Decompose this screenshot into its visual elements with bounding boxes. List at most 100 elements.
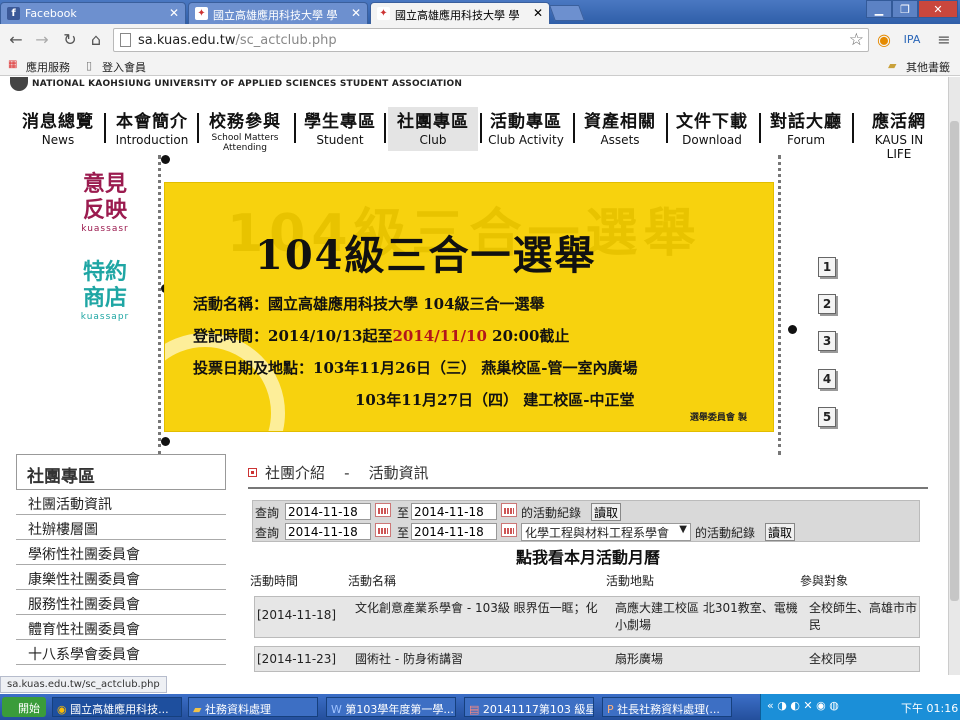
bookmark-star-icon[interactable]: ☆ bbox=[849, 30, 864, 50]
table-row[interactable]: [2014-11-23] 國術社 - 防身術講習 扇形廣場 全校同學 bbox=[254, 646, 920, 672]
nav-club[interactable]: 社團專區 Club bbox=[388, 107, 478, 151]
banner-line-registration: 登記時間：2014/10/13起至2014/11/10 20:00截止 bbox=[193, 327, 570, 345]
home-icon[interactable]: ⌂ bbox=[86, 30, 106, 50]
date-to-field[interactable] bbox=[411, 503, 497, 520]
slide-2-button[interactable]: 2 bbox=[818, 294, 836, 314]
nav-school-matters[interactable]: 校務參與 School Matters Attending bbox=[198, 107, 292, 153]
sidebar-item-academic[interactable]: 學術性社團委員會 bbox=[16, 540, 226, 565]
calendar-icon[interactable] bbox=[501, 523, 517, 537]
taskbar-item-word[interactable]: W 第103學年度第一學... bbox=[326, 697, 456, 717]
page-icon: ▯ bbox=[86, 59, 93, 72]
tab-kuas-2[interactable]: ✦ 國立高雄應用科技大學 學 ✕ bbox=[370, 2, 550, 24]
date-from-field[interactable] bbox=[285, 523, 371, 540]
monthly-calendar-link[interactable]: 點我看本月活動月曆 bbox=[248, 544, 928, 568]
facebook-icon: f bbox=[7, 7, 20, 20]
forward-icon[interactable]: → bbox=[32, 30, 52, 50]
slide-4-button[interactable]: 4 bbox=[818, 369, 836, 389]
divider bbox=[248, 487, 928, 489]
nav-divider bbox=[294, 113, 296, 143]
sidebar-item-sports[interactable]: 體育性社團委員會 bbox=[16, 615, 226, 640]
banner-perforation bbox=[158, 155, 161, 455]
bookmark-login[interactable]: 登入會員 bbox=[102, 59, 146, 75]
ipa-extension-icon[interactable]: IPA bbox=[902, 30, 922, 50]
close-window-button[interactable]: ✕ bbox=[918, 0, 958, 18]
active-slide-dot bbox=[788, 325, 797, 334]
calendar-icon[interactable] bbox=[375, 503, 391, 517]
clock[interactable]: 下午 01:16 bbox=[901, 700, 958, 716]
tab-facebook[interactable]: f Facebook ✕ bbox=[0, 2, 186, 24]
nav-assets[interactable]: 資產相關 Assets bbox=[578, 107, 662, 151]
powerpoint-icon: P bbox=[607, 703, 614, 716]
extension-icon[interactable]: ◉ bbox=[874, 30, 894, 50]
nav-download[interactable]: 文件下載 Download bbox=[670, 107, 754, 151]
slide-1-button[interactable]: 1 bbox=[818, 257, 836, 277]
scroll-thumb[interactable] bbox=[950, 121, 959, 601]
nav-divider bbox=[852, 113, 854, 143]
partner-store-badge[interactable]: 特約 商店 kuassapr bbox=[66, 260, 144, 322]
close-icon[interactable]: ✕ bbox=[533, 6, 543, 20]
tab-kuas-1[interactable]: ✦ 國立高雄應用科技大學 學 ✕ bbox=[188, 2, 368, 24]
vertical-scrollbar[interactable] bbox=[948, 77, 960, 675]
close-icon[interactable]: ✕ bbox=[351, 6, 361, 20]
chrome-icon: ◉ bbox=[57, 703, 67, 716]
address-bar[interactable]: sa.kuas.edu.tw/sc_actclub.php ☆ bbox=[113, 28, 869, 52]
banner-line-vote-2: 103年11月27日（四） 建工校區-中正堂 bbox=[355, 391, 635, 409]
nav-divider bbox=[666, 113, 668, 143]
taskbar: 開始 ◉ 國立高雄應用科技... ▰ 社務資料處理 W 第103學年度第一學..… bbox=[0, 694, 960, 720]
club-select[interactable]: 化學工程與材料工程系學會 ▼ bbox=[521, 523, 691, 541]
taskbar-item-chrome[interactable]: ◉ 國立高雄應用科技... bbox=[52, 697, 182, 717]
bookmark-other[interactable]: 其他書籤 bbox=[906, 59, 950, 75]
slide-5-button[interactable]: 5 bbox=[818, 407, 836, 427]
breadcrumb: 社團介紹 - 活動資訊 bbox=[248, 462, 429, 483]
browser-toolbar: ← → ↻ ⌂ sa.kuas.edu.tw/sc_actclub.php ☆ … bbox=[0, 24, 960, 56]
word-icon: W bbox=[331, 703, 342, 716]
club-sidebar: 社團專區 社團活動資訊 社辦樓層圖 學術性社團委員會 康樂性社團委員會 服務性社… bbox=[16, 454, 226, 665]
feedback-badge[interactable]: 意見 反映 kuassasr bbox=[66, 172, 144, 234]
folder-icon: ▰ bbox=[888, 59, 897, 72]
read-button[interactable]: 讀取 bbox=[765, 523, 796, 541]
nav-divider bbox=[104, 113, 106, 143]
table-row[interactable]: [2014-11-18] 文化創意產業系學會 - 103級 眼界伍一眶；化 高應… bbox=[254, 596, 920, 638]
folder-icon: ▰ bbox=[193, 703, 202, 716]
banner-headline: 104級三合一選舉 bbox=[255, 232, 597, 279]
status-bubble: sa.kuas.edu.tw/sc_actclub.php bbox=[0, 676, 167, 693]
nav-divider bbox=[573, 113, 575, 143]
maximize-button[interactable]: ❐ bbox=[892, 0, 918, 18]
nav-kaus-in-life[interactable]: 應活網 KAUS IN LIFE bbox=[862, 107, 936, 161]
calendar-icon[interactable] bbox=[375, 523, 391, 537]
tray-icons[interactable]: « ◑ ◐ ✕ ◉ ◍ bbox=[767, 699, 839, 712]
date-to-field[interactable] bbox=[411, 523, 497, 540]
sidebar-item-departments[interactable]: 十八系學會委員會 bbox=[16, 640, 226, 665]
peace-symbol-decoration bbox=[165, 333, 285, 431]
page-icon bbox=[120, 33, 131, 47]
sidebar-item-service[interactable]: 服務性社團委員會 bbox=[16, 590, 226, 615]
nav-news[interactable]: 消息總覽 News bbox=[16, 107, 100, 151]
reload-icon[interactable]: ↻ bbox=[60, 30, 80, 50]
nav-divider bbox=[384, 113, 386, 143]
minimize-button[interactable]: ▁ bbox=[866, 0, 892, 18]
new-tab-button[interactable] bbox=[549, 5, 585, 21]
pdf-icon: ▤ bbox=[469, 703, 480, 716]
bookmark-apps[interactable]: 應用服務 bbox=[26, 59, 70, 75]
slide-3-button[interactable]: 3 bbox=[818, 331, 836, 351]
menu-icon[interactable]: ≡ bbox=[934, 30, 954, 50]
read-button[interactable]: 讀取 bbox=[591, 503, 622, 521]
start-button[interactable]: 開始 bbox=[2, 697, 46, 717]
taskbar-item-powerpoint[interactable]: P 社長社務資料處理(... bbox=[602, 697, 732, 717]
date-from-field[interactable] bbox=[285, 503, 371, 520]
banner-dot bbox=[161, 437, 170, 446]
back-icon[interactable]: ← bbox=[6, 30, 26, 50]
sidebar-item-club-activities[interactable]: 社團活動資訊 bbox=[16, 490, 226, 515]
calendar-icon[interactable] bbox=[501, 503, 517, 517]
election-banner[interactable]: 104級三合一選舉 104級三合一選舉 活動名稱：國立高雄應用科技大學 104級… bbox=[164, 182, 774, 432]
nav-forum[interactable]: 對話大廳 Forum bbox=[764, 107, 848, 151]
sidebar-item-recreation[interactable]: 康樂性社團委員會 bbox=[16, 565, 226, 590]
sidebar-item-office-floor[interactable]: 社辦樓層圖 bbox=[16, 515, 226, 540]
nav-club-activity[interactable]: 活動專區 Club Activity bbox=[484, 107, 568, 151]
system-tray: « ◑ ◐ ✕ ◉ ◍ 下午 01:16 bbox=[760, 694, 960, 720]
close-icon[interactable]: ✕ bbox=[169, 6, 179, 20]
nav-introduction[interactable]: 本會簡介 Introduction bbox=[110, 107, 194, 151]
taskbar-item-folder[interactable]: ▰ 社務資料處理 bbox=[188, 697, 318, 717]
nav-student[interactable]: 學生專區 Student bbox=[298, 107, 382, 151]
taskbar-item-pdf[interactable]: ▤ 20141117第103 級星... bbox=[464, 697, 594, 717]
